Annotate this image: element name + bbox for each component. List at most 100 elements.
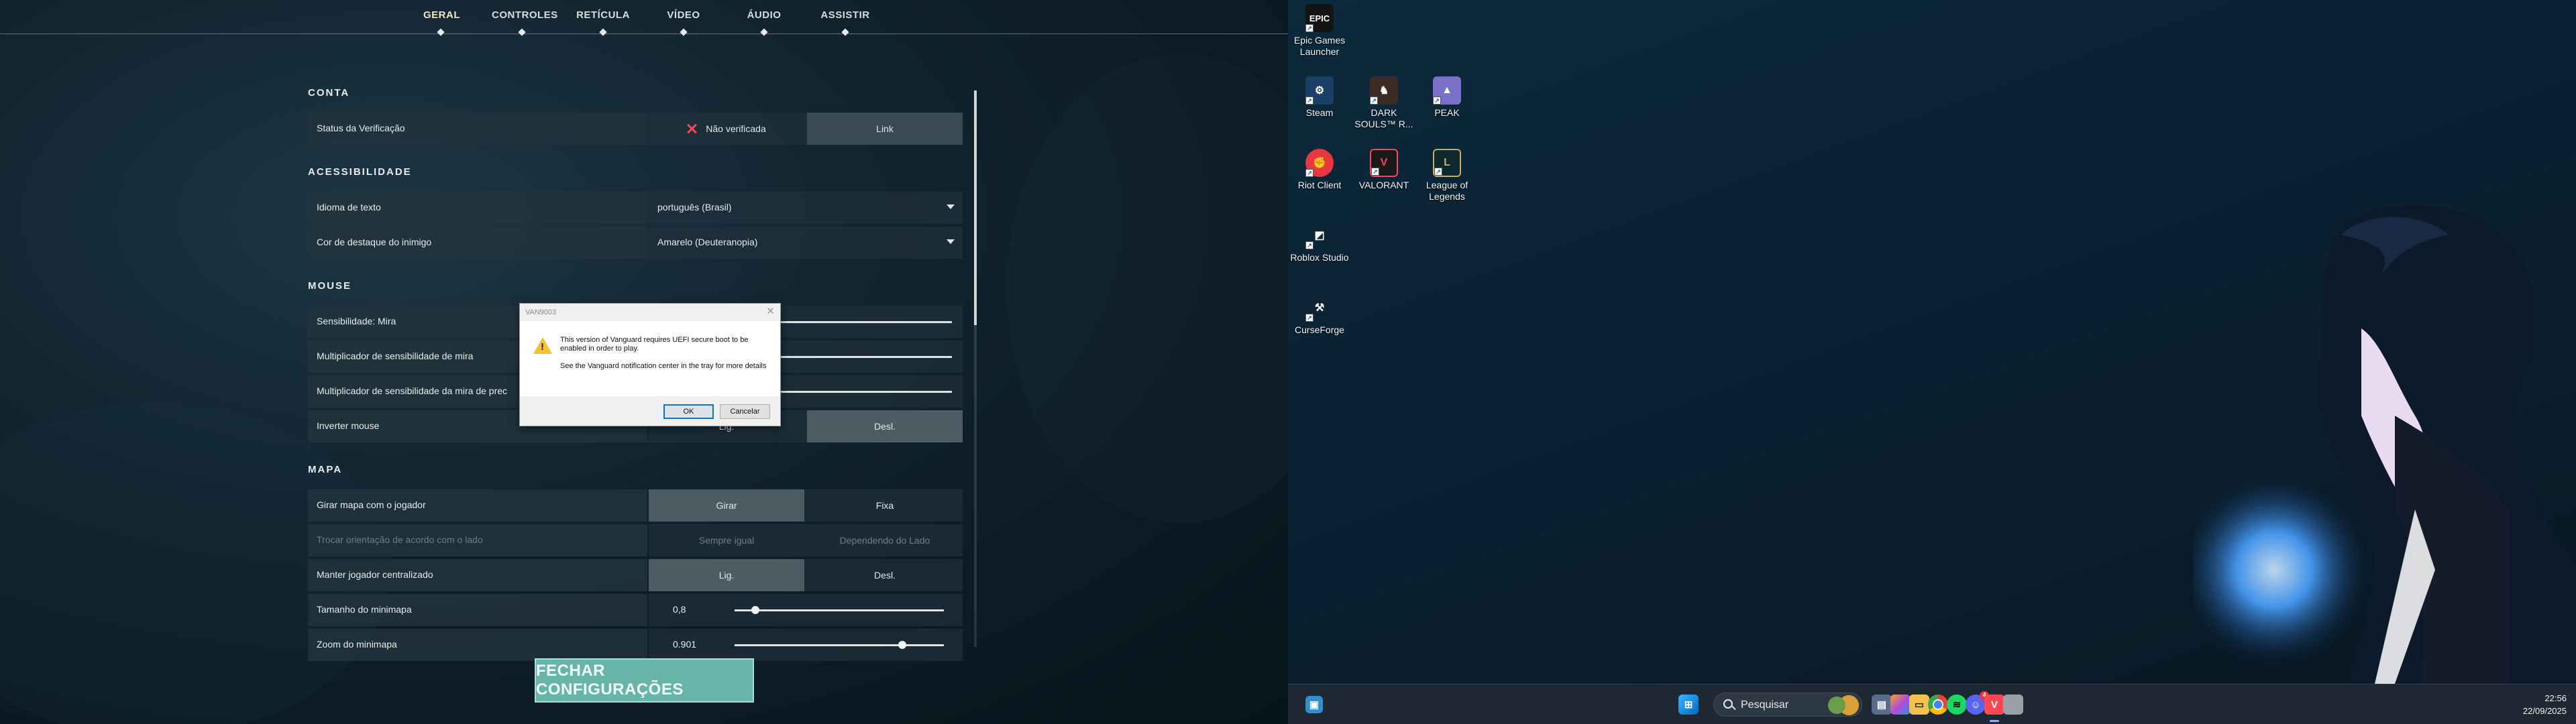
tab-video[interactable]: VÍDEO <box>663 9 704 21</box>
tab-controles[interactable]: CONTROLES <box>492 9 557 21</box>
search-highlight-icon <box>1828 697 1845 714</box>
tab-indicator-dot <box>680 28 688 36</box>
desktop-icon-steam[interactable]: ⚙ ↗ Steam <box>1288 76 1351 119</box>
spotify-icon[interactable]: ≋ <box>1947 695 1967 715</box>
tab-indicator-dot <box>518 28 526 36</box>
close-settings-button[interactable]: FECHAR CONFIGURAÇÕES <box>535 658 754 703</box>
dialog-title: VAN9003 <box>525 308 557 316</box>
minimap-size-slider[interactable] <box>735 609 944 611</box>
desktop-icon-label: Riot Client <box>1297 180 1342 190</box>
setting-value-cell: 0.901 <box>649 629 963 661</box>
desktop-icon-league-of-legends[interactable]: L ↗ League of Legends <box>1415 149 1479 202</box>
epic-games-icon: EPIC ↗ <box>1305 4 1334 32</box>
scrollbar-thumb[interactable] <box>974 90 977 325</box>
vanguard-error-dialog: VAN9003 ✕ ! This version of Vanguard req… <box>519 303 781 426</box>
game-settings-screen: GERAL CONTROLES RETÍCULA VÍDEO ÁUDIO ASS… <box>0 0 1288 724</box>
desktop-icon-riot-client[interactable]: ✊ ↗ Riot Client <box>1288 149 1351 191</box>
section-title-mouse: MOUSE <box>308 280 352 292</box>
cancel-button[interactable]: Cancelar <box>720 404 770 419</box>
section-title-mapa: MAPA <box>308 464 343 475</box>
taskbar: ▣ ⊞ Pesquisar ▤ ▭ ≋ ☺ 4 V 22:56 22/09/202… <box>1288 684 2576 724</box>
curseforge-icon: ⚒ ↗ <box>1305 294 1334 322</box>
setting-label-cell: Manter jogador centralizado <box>308 559 647 591</box>
tab-indicator-dot <box>841 28 849 36</box>
enemy-highlight-dropdown[interactable]: Amarelo (Deuteranopia) <box>649 227 963 259</box>
epic-logo-text: EPIC <box>1309 13 1330 23</box>
center-off-option[interactable]: Desl. <box>807 559 963 591</box>
tab-assistir[interactable]: ASSISTIR <box>818 9 873 21</box>
dialog-message: This version of Vanguard requires UEFI s… <box>560 336 769 371</box>
setting-label-cell: Tamanho do minimapa <box>308 594 647 626</box>
setting-row-enemy-highlight: Cor de destaque do inimigo Amarelo (Deut… <box>308 227 963 259</box>
file-explorer-icon[interactable]: ▭ <box>1909 695 1929 715</box>
shortcut-arrow-icon: ↗ <box>1305 314 1313 322</box>
taskbar-search[interactable]: Pesquisar <box>1713 692 1862 717</box>
setting-label-cell: Girar mapa com o jogador <box>308 489 647 522</box>
discord-icon[interactable]: ☺ 4 <box>1966 691 1989 715</box>
setting-label: Inverter mouse <box>317 420 380 431</box>
taskbar-clock[interactable]: 22:56 22/09/2025 <box>2523 692 2567 717</box>
desktop-icon-valorant[interactable]: V ↗ VALORANT <box>1352 149 1415 191</box>
x-icon <box>687 124 696 133</box>
setting-label-cell: Idioma de texto <box>308 192 647 224</box>
tab-reticula[interactable]: RETÍCULA <box>576 9 631 21</box>
desktop-icon-label: League of Legends <box>1426 180 1468 202</box>
setting-label-cell: Trocar orientação de acordo com o lado <box>308 524 647 556</box>
setting-label: Multiplicador de sensibilidade da mira d… <box>317 385 508 396</box>
dropdown-value: português (Brasil) <box>657 202 732 213</box>
link-account-button[interactable]: Link <box>807 113 963 145</box>
tab-indicator-dot <box>437 28 445 36</box>
shortcut-arrow-icon: ↗ <box>1434 168 1442 176</box>
rotate-option[interactable]: Girar <box>649 489 804 522</box>
shortcut-arrow-icon: ↗ <box>1370 97 1378 105</box>
center-on-option[interactable]: Lig. <box>649 559 804 591</box>
desktop-icon-label: Steam <box>1305 107 1334 118</box>
settings-scrollbar[interactable] <box>974 90 977 647</box>
start-button-icon[interactable]: ⊞ <box>1678 695 1699 715</box>
minimap-zoom-slider-knob[interactable] <box>898 641 906 649</box>
always-same-option: Sempre igual <box>698 535 755 546</box>
valorant-taskbar-icon[interactable]: V <box>1984 695 2004 715</box>
desktop-icon-epic-games[interactable]: EPIC ↗ Epic Games Launcher <box>1288 4 1351 58</box>
chevron-down-icon <box>947 239 955 244</box>
invert-off-option[interactable]: Desl. <box>807 410 963 442</box>
fixed-option[interactable]: Fixa <box>807 489 963 522</box>
app-window-icon[interactable] <box>2003 695 2023 715</box>
minimap-size-slider-knob[interactable] <box>751 606 760 614</box>
chrome-icon[interactable] <box>1928 695 1948 715</box>
desktop-icon-roblox-studio[interactable]: ◩ ↗ Roblox Studio <box>1288 221 1351 263</box>
setting-row-orientation: Trocar orientação de acordo com o lado S… <box>308 524 963 556</box>
setting-row-minimap-zoom: Zoom do minimapa 0.901 <box>308 629 963 661</box>
dialog-message-line: This version of Vanguard requires UEFI s… <box>560 336 749 353</box>
ok-button[interactable]: OK <box>663 404 714 419</box>
desktop-icon-curseforge[interactable]: ⚒ ↗ CurseForge <box>1288 294 1351 336</box>
copilot-icon[interactable] <box>1890 695 1911 715</box>
setting-row-rotate-map: Girar mapa com o jogador Girar Fixa <box>308 489 963 522</box>
setting-label: Manter jogador centralizado <box>317 569 433 580</box>
setting-label: Sensibilidade: Mira <box>317 316 396 326</box>
clock-date: 22/09/2025 <box>2522 706 2567 716</box>
desktop-icon-peak[interactable]: ▲ ↗ PEAK <box>1415 76 1479 119</box>
text-language-dropdown[interactable]: português (Brasil) <box>649 192 963 224</box>
tab-audio[interactable]: ÁUDIO <box>744 9 784 21</box>
active-app-indicator <box>1990 720 1999 722</box>
shortcut-arrow-icon: ↗ <box>1305 97 1313 105</box>
setting-row-verification: Status da Verificação Não verificada Lin… <box>308 113 963 145</box>
riot-client-icon: ✊ ↗ <box>1305 149 1334 177</box>
close-icon[interactable]: ✕ <box>766 305 775 317</box>
search-placeholder: Pesquisar <box>1741 699 1789 711</box>
setting-label-cell: Status da Verificação <box>308 113 647 145</box>
minimap-zoom-slider[interactable] <box>735 644 944 646</box>
task-view-icon[interactable]: ▤ <box>1872 695 1892 715</box>
setting-label: Status da Verificação <box>317 123 405 133</box>
valorant-icon: V ↗ <box>1370 149 1398 177</box>
dialog-body: ! This version of Vanguard requires UEFI… <box>520 321 780 396</box>
tab-geral[interactable]: GERAL <box>423 9 460 21</box>
verification-status-text: Não verificada <box>706 123 766 134</box>
widgets-icon[interactable]: ▣ <box>1305 696 1323 713</box>
setting-label: Tamanho do minimapa <box>317 604 412 615</box>
setting-label-cell: Cor de destaque do inimigo <box>308 227 647 259</box>
desktop-icon-dark-souls[interactable]: ♞ ↗ DARK SOULS™ R... <box>1352 76 1415 130</box>
setting-label-cell: Zoom do minimapa <box>308 629 647 661</box>
shortcut-arrow-icon: ↗ <box>1305 241 1313 249</box>
